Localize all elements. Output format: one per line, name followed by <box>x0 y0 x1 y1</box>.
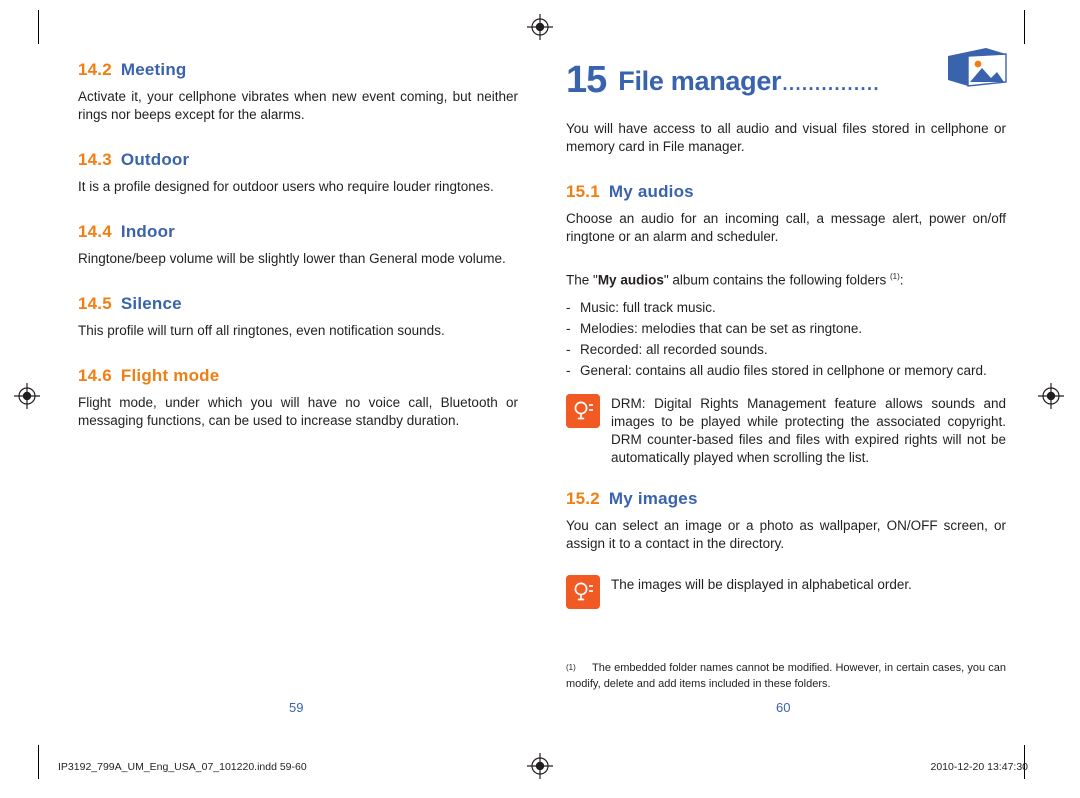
note-drm: DRM: Digital Rights Management feature a… <box>566 393 1006 467</box>
chapter-title: File manager <box>618 66 782 96</box>
list-item: Music: full track music. <box>566 298 1006 317</box>
section-number: 14.6 <box>78 366 112 385</box>
section-body: It is a profile designed for outdoor use… <box>78 179 494 194</box>
footnote-text: The embedded folder names cannot be modi… <box>566 662 1006 690</box>
right-page: 15 File manager............... You will … <box>566 48 1007 631</box>
section-number: 15.2 <box>566 488 600 508</box>
registration-mark-top <box>527 14 553 40</box>
footnote-ref: (1) <box>890 272 900 281</box>
section-title: Silence <box>120 294 182 313</box>
section-14-2: 14.2 Meeting Activate it, your cellphone … <box>78 60 518 124</box>
crop-mark-top-left-v <box>38 10 39 44</box>
registration-mark-left <box>14 383 40 409</box>
picture-file-icon <box>946 42 1008 88</box>
note-text: The images will be displayed in alphabet… <box>611 576 912 592</box>
section-number: 14.4 <box>78 222 112 241</box>
section-heading-15-1: 15.1 My audios <box>566 182 1006 202</box>
left-page: 14.2 Meeting Activate it, your cellphone … <box>78 60 518 456</box>
section-body: This profile will turn off all ringtones… <box>78 323 445 338</box>
section-title: Indoor <box>120 222 175 241</box>
section-title: My images <box>608 488 698 508</box>
section-body: Activate it, your cellphone vibrates whe… <box>78 89 518 122</box>
section-number: 14.2 <box>78 60 112 79</box>
footnote-marker: (1) <box>566 663 576 672</box>
section-body: You can select an image or a photo as wa… <box>566 517 1006 551</box>
section-14-6: 14.6 Flight mode Flight mode, under which… <box>78 366 518 430</box>
section-heading-14-4: 14.4 Indoor <box>78 222 518 242</box>
chapter-dots: ............... <box>781 66 880 96</box>
section-title: My audios <box>608 182 694 201</box>
section-number: 14.3 <box>78 150 112 169</box>
lead-end: : <box>899 272 904 288</box>
crop-mark-top-right-v <box>1024 10 1025 44</box>
section-body: Flight mode, under which you will have n… <box>78 395 518 428</box>
crop-mark-bottom-left-v <box>38 745 39 779</box>
lead-pre: The " <box>566 272 598 288</box>
page-number-left: 59 <box>289 700 304 715</box>
page-number-right: 60 <box>776 700 791 715</box>
note-text: DRM: Digital Rights Management feature a… <box>611 395 1006 465</box>
section-title: Meeting <box>120 60 187 79</box>
note-images: The images will be displayed in alphabet… <box>566 574 1006 609</box>
lead-post: " album contains the following folders <box>663 272 890 288</box>
lightbulb-icon <box>566 574 600 609</box>
chapter-intro: You will have access to all audio and vi… <box>566 121 1006 154</box>
list-item: Recorded: all recorded sounds. <box>566 340 1006 359</box>
section-heading-14-6: 14.6 Flight mode <box>78 366 518 386</box>
print-timestamp: 2010-12-20 13:47:30 <box>930 761 1029 773</box>
folders-list: Music: full track music. Melodies: melod… <box>566 298 1006 380</box>
list-item: Melodies: melodies that can be set as ri… <box>566 319 1006 338</box>
section-number: 15.1 <box>566 182 600 201</box>
chapter-number: 15 <box>566 59 607 101</box>
section-title: Flight mode <box>120 366 220 385</box>
lightbulb-icon <box>566 393 600 428</box>
section-body: Choose an audio for an incoming call, a … <box>566 211 1006 244</box>
section-title: Outdoor <box>120 150 190 169</box>
section-14-3: 14.3 Outdoor It is a profile designed for… <box>78 150 518 196</box>
section-14-5: 14.5 Silence This profile will turn off a… <box>78 294 518 340</box>
section-body: Ringtone/beep volume will be slightly lo… <box>78 251 506 266</box>
lead-quoted: My audios <box>597 272 664 288</box>
registration-mark-right <box>1038 383 1064 409</box>
print-filename: IP3192_799A_UM_Eng_USA_07_101220.indd 59… <box>58 761 307 773</box>
section-14-4: 14.4 Indoor Ringtone/beep volume will be … <box>78 222 518 268</box>
list-item: General: contains all audio files stored… <box>566 361 1006 380</box>
footnote: (1) The embedded folder names cannot be … <box>566 660 1006 692</box>
section-heading-15-2: 15.2 My images <box>566 489 1006 509</box>
section-heading-14-3: 14.3 Outdoor <box>78 150 518 170</box>
section-heading-14-2: 14.2 Meeting <box>78 60 518 80</box>
chapter-heading: 15 File manager............... <box>566 48 1007 106</box>
folders-lead-in: The "My audios" album contains the follo… <box>566 268 1006 290</box>
section-heading-14-5: 14.5 Silence <box>78 294 518 314</box>
section-number: 14.5 <box>78 294 112 313</box>
registration-mark-bottom <box>527 753 553 779</box>
